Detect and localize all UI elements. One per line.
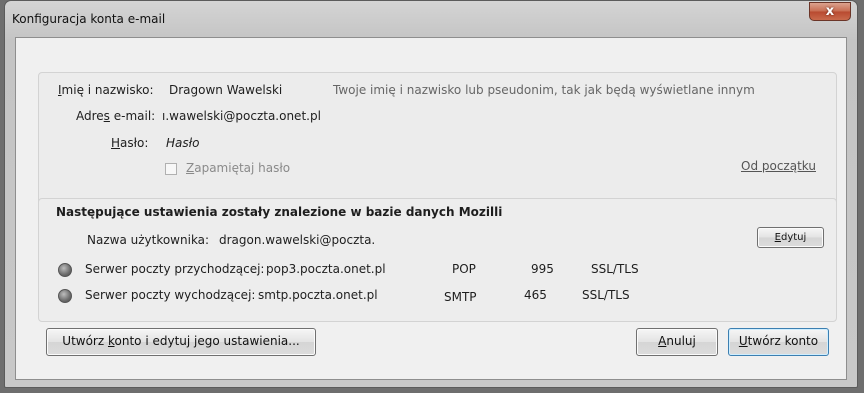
name-field[interactable]: Dragown Wawelski bbox=[169, 83, 282, 97]
close-button[interactable]: x bbox=[809, 2, 851, 21]
remember-password-checkbox[interactable] bbox=[165, 163, 177, 175]
name-label: Imię i nazwisko: bbox=[58, 83, 154, 97]
found-settings-panel: Następujące ustawienia zostały znalezion… bbox=[38, 198, 837, 322]
username-value: dragon.wawelski@poczta. bbox=[219, 233, 376, 247]
outgoing-server-label: Serwer poczty wychodzącej: bbox=[85, 288, 256, 302]
outgoing-server-host: smtp.poczta.onet.pl bbox=[258, 288, 378, 302]
outgoing-server-port: 465 bbox=[524, 288, 547, 302]
dialog-window: Konfiguracja konta e-mail x Imię i nazwi… bbox=[4, 0, 858, 388]
create-account-button[interactable]: Utwórz konto bbox=[728, 328, 829, 356]
create-and-edit-account-button[interactable]: Utwórz konto i edytuj jego ustawienia... bbox=[46, 328, 316, 356]
incoming-server-port: 995 bbox=[531, 262, 554, 276]
incoming-server-status-icon bbox=[58, 263, 72, 277]
cancel-button[interactable]: Anuluj bbox=[636, 328, 718, 356]
incoming-server-security: SSL/TLS bbox=[591, 262, 639, 276]
outgoing-server-status-icon bbox=[58, 289, 72, 303]
found-settings-heading: Następujące ustawienia zostały znalezion… bbox=[56, 205, 503, 219]
username-label: Nazwa użytkownika: bbox=[87, 233, 210, 247]
dialog-content: Imię i nazwisko: Dragown Wawelski Twoje … bbox=[15, 37, 847, 380]
close-icon: x bbox=[825, 4, 835, 19]
outgoing-server-protocol: SMTP bbox=[444, 290, 477, 304]
email-label: Adres e-mail: bbox=[76, 109, 156, 123]
incoming-server-label: Serwer poczty przychodzącej: bbox=[85, 262, 265, 276]
email-field[interactable]: ı.wawelski@poczta.onet.pl bbox=[162, 109, 321, 123]
outgoing-server-security: SSL/TLS bbox=[582, 288, 630, 302]
remember-password-label: Zapamiętaj hasło bbox=[186, 161, 291, 175]
edit-button[interactable]: Edytuj bbox=[757, 227, 824, 248]
incoming-server-host: pop3.poczta.onet.pl bbox=[266, 262, 386, 276]
window-title: Konfiguracja konta e-mail bbox=[12, 12, 166, 26]
start-over-link[interactable]: Od początku bbox=[741, 159, 816, 173]
incoming-server-protocol: POP bbox=[452, 262, 476, 276]
password-label: Hasło: bbox=[111, 136, 149, 150]
name-hint: Twoje imię i nazwisko lub pseudonim, tak… bbox=[333, 83, 755, 97]
password-field[interactable]: Hasło bbox=[166, 136, 199, 150]
